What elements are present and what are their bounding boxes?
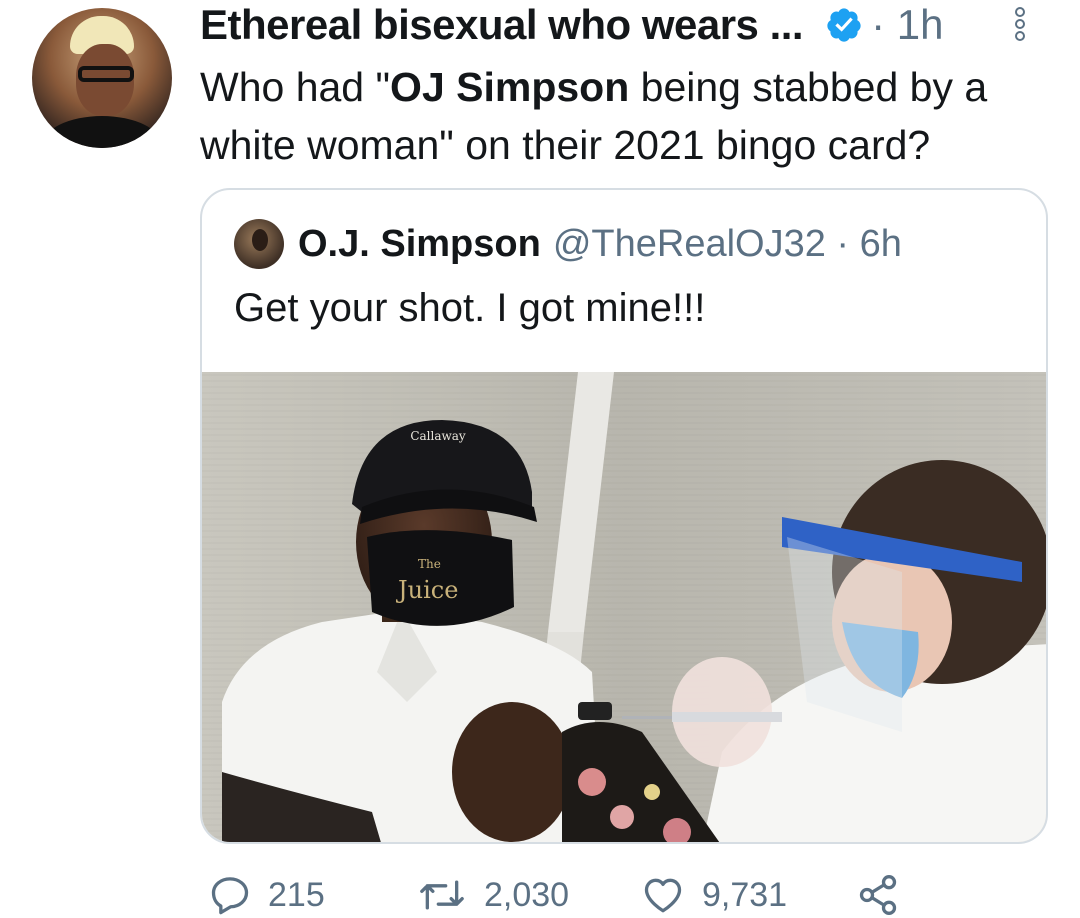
- quoted-author-handle-time: @TheRealOJ32 · 6h: [552, 222, 902, 265]
- author-avatar[interactable]: [32, 8, 172, 148]
- share-button[interactable]: [856, 872, 916, 918]
- retweet-icon: [420, 880, 464, 910]
- retweet-button[interactable]: 2,030: [416, 872, 569, 918]
- quoted-tweet[interactable]: O.J. Simpson @TheRealOJ32 · 6h Get your …: [200, 188, 1048, 844]
- more-options-icon[interactable]: [1010, 6, 1030, 42]
- reply-button[interactable]: 215: [208, 872, 325, 918]
- avatar-glasses: [78, 66, 134, 82]
- mask-text-small: The: [418, 557, 441, 571]
- avatar-shirt: [42, 116, 162, 148]
- tweet-text-before: Who had ": [200, 64, 391, 110]
- mask-text-big: Juice: [395, 576, 458, 604]
- reply-icon: [211, 877, 249, 915]
- verified-badge-icon: [827, 8, 861, 42]
- quoted-author-avatar: [234, 219, 284, 269]
- quoted-author-name: O.J. Simpson: [298, 222, 541, 265]
- heart-icon: [644, 878, 682, 913]
- like-count: 9,731: [702, 875, 788, 914]
- like-button[interactable]: 9,731: [640, 872, 787, 918]
- tweet-actions: 215 2,030 9,731: [200, 872, 1060, 918]
- quoted-tweet-header: O.J. Simpson @TheRealOJ32 · 6h: [234, 218, 902, 270]
- tweet-text-bold: OJ Simpson: [390, 64, 630, 110]
- quoted-tweet-text: Get your shot. I got mine!!!: [234, 286, 706, 330]
- retweet-count: 2,030: [484, 875, 570, 914]
- share-icon: [859, 875, 897, 915]
- tweet-time[interactable]: · 1h: [871, 1, 943, 49]
- author-name[interactable]: Ethereal bisexual who wears ...: [200, 1, 804, 49]
- tweet-header: Ethereal bisexual who wears ... · 1h: [200, 0, 1060, 50]
- cap-logo-text: Callaway: [410, 429, 466, 443]
- tweet-text: Who had "OJ Simpson being stabbed by a w…: [200, 58, 1060, 174]
- quoted-tweet-photo[interactable]: Callaway The Juice: [202, 372, 1048, 844]
- reply-count: 215: [268, 875, 325, 914]
